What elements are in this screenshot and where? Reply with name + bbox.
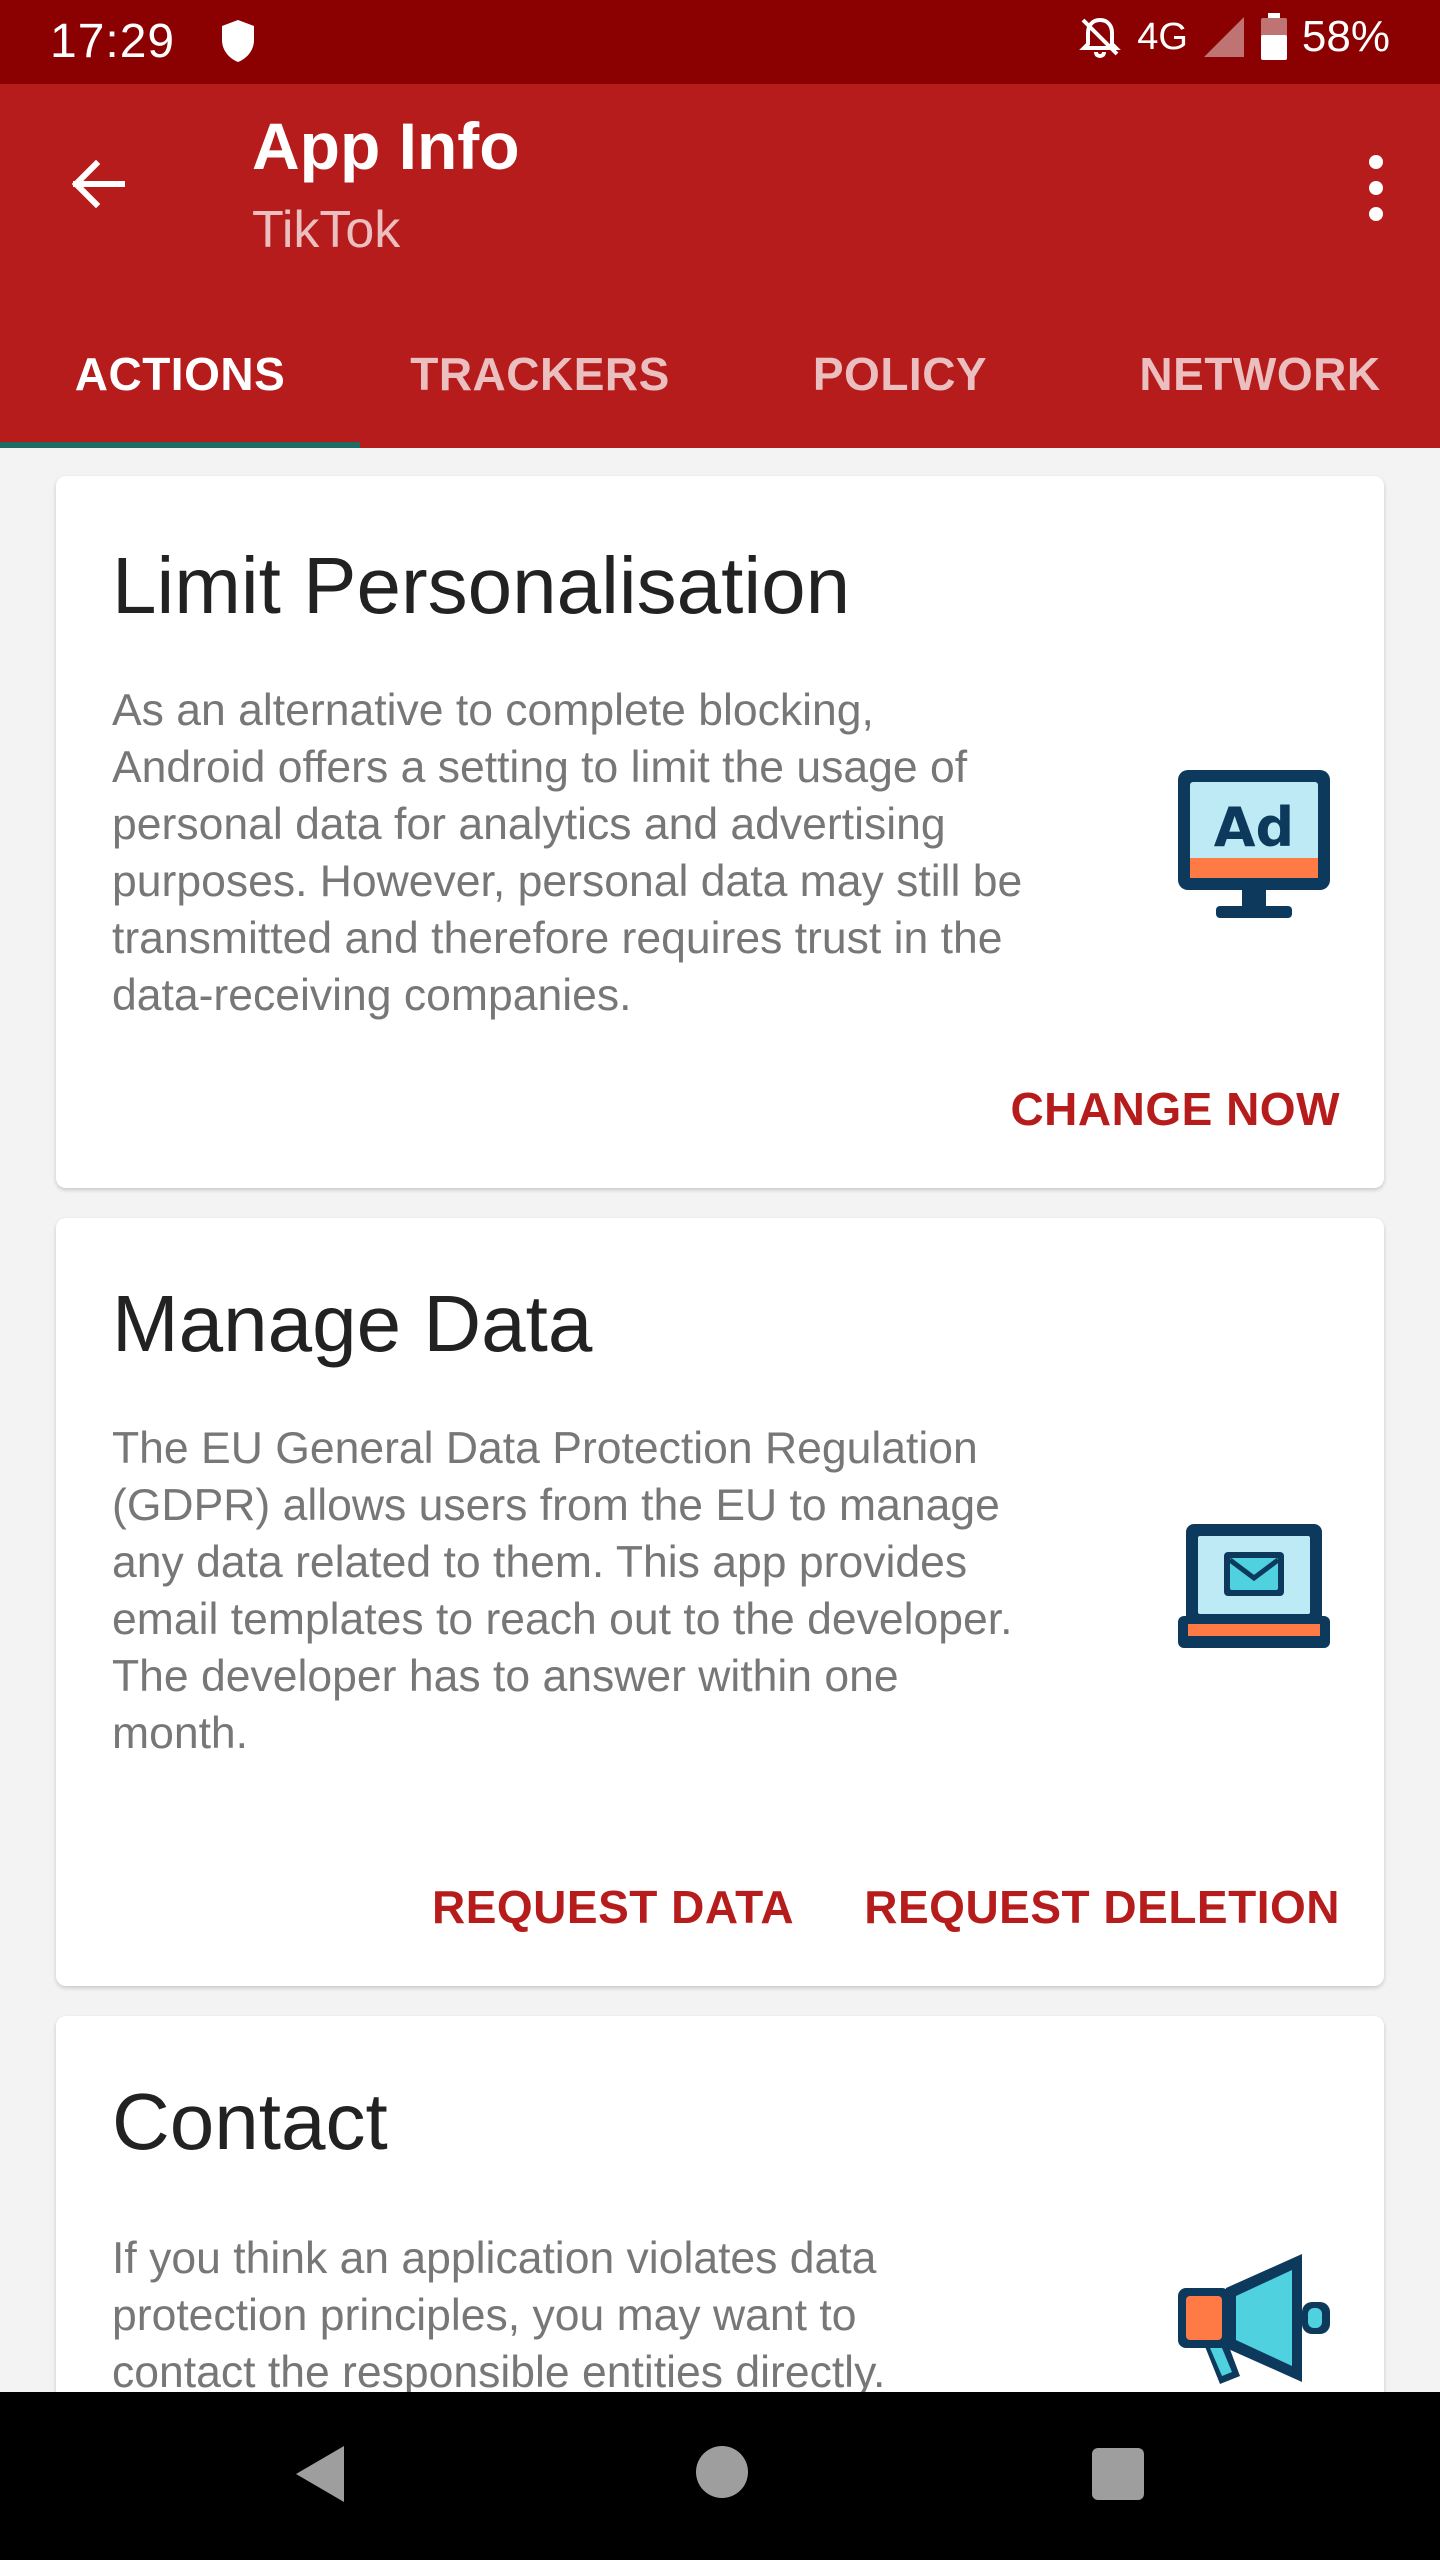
request-deletion-button[interactable]: REQUEST DELETION [864, 1880, 1340, 1934]
change-now-button[interactable]: CHANGE NOW [1010, 1082, 1340, 1136]
status-icons: 4G 58% [1077, 12, 1390, 62]
tab-policy[interactable]: POLICY [720, 300, 1080, 448]
network-type: 4G [1137, 15, 1188, 58]
tab-network[interactable]: NETWORK [1080, 300, 1440, 448]
more-vert-icon [1369, 155, 1383, 169]
signal-icon [1203, 17, 1244, 57]
arrow-back-icon [71, 159, 125, 209]
description-line: transmitted and therefore requires trust… [112, 914, 1003, 963]
status-time: 17:29 [50, 15, 176, 68]
card-description: As an alternative to complete blocking, … [112, 682, 1172, 1024]
description-line: If you think an application violates dat… [112, 2234, 877, 2283]
manage-data-card: Manage Data The EU General Data Protecti… [56, 1218, 1384, 1986]
ad-monitor-icon: Ad [1178, 770, 1330, 918]
more-vert-icon-dot [1369, 207, 1383, 221]
tab-actions[interactable]: ACTIONS [0, 300, 360, 448]
battery-percent: 58% [1301, 12, 1390, 61]
description-line: month. [112, 1709, 249, 1758]
description-line: Android offers a setting to limit the us… [112, 743, 968, 792]
page-subtitle: TikTok [252, 201, 401, 259]
description-line: protection principles, you may want to [112, 2291, 857, 2340]
screen: 17:29 4G 58% App Info TikTok ACTIONS TRA… [0, 0, 1440, 2560]
nav-recents-icon[interactable] [1092, 2448, 1144, 2500]
bell-off-icon [1079, 17, 1122, 59]
app-bar: App Info TikTok [0, 84, 1440, 300]
nav-back-icon[interactable] [292, 2442, 348, 2506]
card-title: Contact [112, 2077, 388, 2166]
battery-icon [1260, 13, 1287, 60]
contact-card: Contact If you think an application viol… [56, 2016, 1384, 2392]
description-line: personal data for analytics and advertis… [112, 800, 946, 849]
description-line: The developer has to answer within one [112, 1652, 899, 1701]
description-line: data-receiving companies. [112, 971, 632, 1020]
request-data-button[interactable]: REQUEST DATA [432, 1880, 794, 1934]
shield-icon [222, 20, 254, 62]
content-scroll[interactable]: Limit Personalisation As an alternative … [0, 448, 1440, 2392]
card-title: Manage Data [112, 1279, 593, 1368]
tab-trackers[interactable]: TRACKERS [360, 300, 720, 448]
ad-label: Ad [1214, 796, 1294, 859]
status-bar: 17:29 4G 58% [0, 0, 1440, 84]
more-options-button[interactable] [1348, 138, 1404, 238]
description-line: contact the responsible entities directl… [112, 2348, 886, 2392]
card-description: If you think an application violates dat… [112, 2230, 1172, 2392]
limit-personalisation-card: Limit Personalisation As an alternative … [56, 476, 1384, 1188]
card-description: The EU General Data Protection Regulatio… [112, 1420, 1172, 1762]
system-nav-bar [0, 2392, 1440, 2560]
description-line: (GDPR) allows users from the EU to manag… [112, 1481, 1000, 1530]
description-line: As an alternative to complete blocking, [112, 686, 874, 735]
megaphone-icon [1178, 2254, 1330, 2384]
description-line: any data related to them. This app provi… [112, 1538, 968, 1587]
nav-home-icon[interactable] [696, 2446, 748, 2498]
back-button[interactable] [58, 144, 138, 224]
card-title: Limit Personalisation [112, 541, 851, 630]
tab-bar: ACTIONS TRACKERS POLICY NETWORK [0, 300, 1440, 448]
description-line: email templates to reach out to the deve… [112, 1595, 1013, 1644]
laptop-mail-icon [1178, 1524, 1330, 1648]
page-title: App Info [252, 109, 520, 183]
description-line: The EU General Data Protection Regulatio… [112, 1424, 978, 1473]
description-line: purposes. However, personal data may sti… [112, 857, 1023, 906]
more-vert-icon-dot [1369, 181, 1383, 195]
